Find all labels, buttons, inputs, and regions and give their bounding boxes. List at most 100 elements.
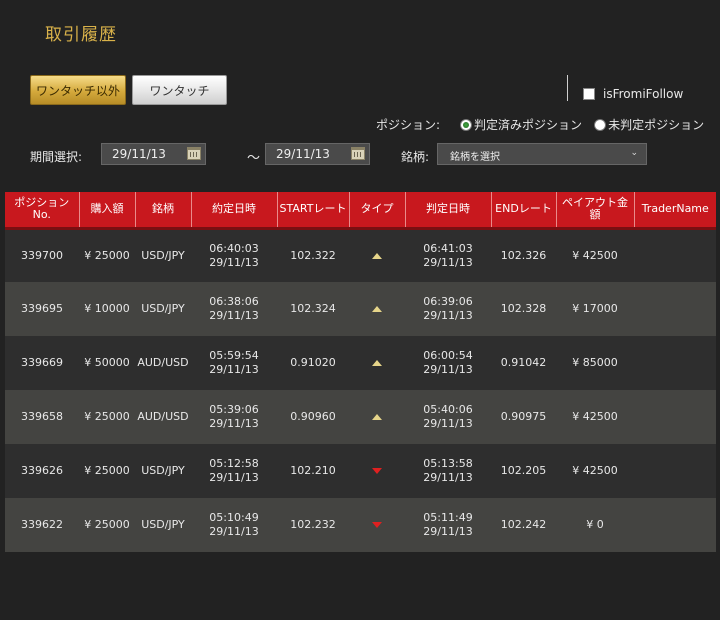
cell-start-rate: 102.324 [277, 282, 349, 336]
up-arrow-icon [372, 414, 382, 420]
cell-judge-time: 06:41:03 29/11/13 [405, 228, 491, 282]
cell-judge-time: 06:00:54 29/11/13 [405, 336, 491, 390]
cell-end-rate: 0.91042 [491, 336, 556, 390]
cell-amount: ¥ 50000 [79, 336, 135, 390]
col-type: タイプ [349, 192, 406, 230]
period-label: 期間選択: [30, 150, 83, 164]
cell-start-rate: 102.210 [277, 444, 349, 498]
divider [567, 75, 568, 101]
cell-position-no: 339622 [5, 498, 79, 552]
cell-pair: AUD/USD [135, 336, 191, 390]
cell-start-rate: 0.90960 [277, 390, 349, 444]
cell-entry-time: 05:39:06 29/11/13 [191, 390, 277, 444]
tab-onetouch[interactable]: ワンタッチ [132, 75, 227, 105]
history-table: ポジション No. 購入額 銘柄 約定日時 STARTレート タイプ 判定日時 … [5, 192, 716, 552]
judge-time: 05:11:49 [423, 511, 473, 524]
cell-type [349, 498, 405, 552]
cell-judge-time: 05:13:58 29/11/13 [405, 444, 491, 498]
date-to-input[interactable]: 29/11/13 [265, 143, 370, 165]
entry-time: 05:12:58 [209, 457, 259, 470]
cell-amount: ¥ 10000 [79, 282, 135, 336]
table-row: 339626 ¥ 25000 USD/JPY 05:12:58 29/11/13 102.… [5, 444, 716, 498]
cell-pair: USD/JPY [135, 228, 191, 282]
judge-time: 05:40:06 [423, 403, 473, 416]
judge-date: 29/11/13 [423, 525, 473, 538]
col-trader: TraderName [634, 192, 716, 230]
cell-type [349, 444, 405, 498]
judge-time: 06:41:03 [423, 241, 473, 255]
judge-time: 05:13:58 [423, 457, 473, 470]
table-row: 339700 ¥ 25000 USD/JPY 06:40:03 29/11/13 102.… [5, 228, 716, 282]
page-title: 取引履歴 [45, 25, 117, 45]
table-row: 339669 ¥ 50000 AUD/USD 05:59:54 29/11/13 0.91… [5, 336, 716, 390]
entry-time: 05:10:49 [209, 511, 259, 524]
col-judge-time: 判定日時 [405, 192, 492, 230]
entry-date: 29/11/13 [209, 525, 259, 538]
col-start-rate: STARTレート [277, 192, 350, 230]
entry-date: 29/11/13 [209, 471, 259, 484]
calendar-icon[interactable] [351, 147, 365, 160]
radio-judged-icon[interactable] [460, 118, 473, 131]
cell-pair: USD/JPY [135, 498, 191, 552]
cell-payout: ¥ 17000 [556, 282, 634, 336]
date-from-value: 29/11/13 [112, 147, 166, 161]
calendar-icon[interactable] [187, 147, 201, 160]
date-from-input[interactable]: 29/11/13 [101, 143, 206, 165]
col-pair: 銘柄 [135, 192, 192, 230]
cell-type [349, 282, 405, 336]
table-row: 339695 ¥ 10000 USD/JPY 06:38:06 29/11/13 102.… [5, 282, 716, 336]
table-header-row: ポジション No. 購入額 銘柄 約定日時 STARTレート タイプ 判定日時 … [5, 192, 716, 230]
entry-time: 06:40:03 [209, 241, 259, 255]
radio-unjudged-label: 未判定ポジション [608, 118, 705, 132]
cell-amount: ¥ 25000 [79, 228, 135, 282]
entry-date: 29/11/13 [209, 309, 259, 322]
entry-time: 05:39:06 [209, 403, 259, 416]
cell-entry-time: 05:10:49 29/11/13 [191, 498, 277, 552]
pair-select[interactable]: 銘柄を選択 ⌄ [437, 143, 647, 165]
judge-date: 29/11/13 [423, 255, 473, 269]
radio-judged-label: 判定済みポジション [474, 118, 583, 132]
cell-entry-time: 06:40:03 29/11/13 [191, 228, 277, 282]
cell-position-no: 339626 [5, 444, 79, 498]
radio-unjudged[interactable]: 未判定ポジション [594, 116, 704, 133]
judge-date: 29/11/13 [423, 471, 473, 484]
cell-entry-time: 05:59:54 29/11/13 [191, 336, 277, 390]
cell-end-rate: 102.242 [491, 498, 556, 552]
follow-checkbox[interactable] [583, 88, 595, 100]
radio-judged[interactable]: 判定済みポジション [460, 116, 582, 133]
col-end-rate: ENDレート [491, 192, 557, 230]
col-payout: ペイアウト金額 [556, 192, 635, 230]
cell-trader [634, 498, 716, 552]
radio-unjudged-icon[interactable] [594, 118, 607, 131]
cell-pair: USD/JPY [135, 444, 191, 498]
cell-payout: ¥ 42500 [556, 390, 634, 444]
judge-time: 06:39:06 [423, 295, 473, 308]
cell-pair: AUD/USD [135, 390, 191, 444]
cell-entry-time: 05:12:58 29/11/13 [191, 444, 277, 498]
table-row: 339658 ¥ 25000 AUD/USD 05:39:06 29/11/13 0.90… [5, 390, 716, 444]
cell-trader [634, 444, 716, 498]
tab-non-onetouch[interactable]: ワンタッチ以外 [30, 75, 126, 105]
judge-date: 29/11/13 [423, 309, 473, 322]
entry-time: 05:59:54 [209, 349, 259, 362]
down-arrow-icon [372, 468, 382, 474]
entry-time: 06:38:06 [209, 295, 259, 308]
down-arrow-icon [372, 522, 382, 528]
cell-entry-time: 06:38:06 29/11/13 [191, 282, 277, 336]
cell-payout: ¥ 42500 [556, 444, 634, 498]
follow-filter: isFromiFollow [583, 87, 683, 101]
judge-time: 06:00:54 [423, 349, 473, 362]
judge-date: 29/11/13 [423, 417, 473, 430]
up-arrow-icon [372, 306, 382, 312]
cell-type [349, 336, 405, 390]
follow-label: isFromiFollow [603, 87, 684, 101]
cell-start-rate: 102.232 [277, 498, 349, 552]
pair-label: 銘柄: [401, 150, 430, 164]
cell-pair: USD/JPY [135, 282, 191, 336]
entry-date: 29/11/13 [209, 417, 259, 430]
cell-trader [634, 282, 716, 336]
date-separator: 〜 [247, 151, 261, 166]
cell-position-no: 339700 [5, 228, 79, 282]
cell-judge-time: 05:11:49 29/11/13 [405, 498, 491, 552]
cell-amount: ¥ 25000 [79, 498, 135, 552]
